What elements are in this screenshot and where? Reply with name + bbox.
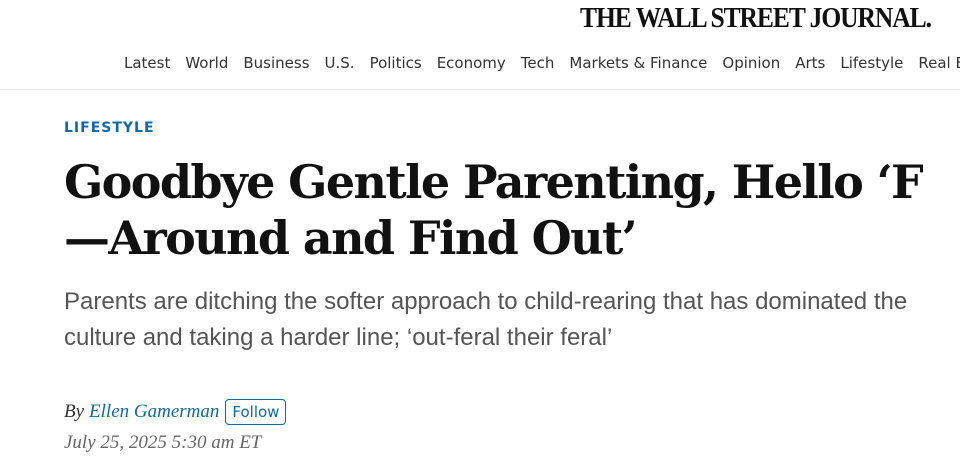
article-dek: Parents are ditching the softer approach… xyxy=(64,288,908,351)
follow-button[interactable]: Follow xyxy=(225,399,287,425)
byline: By Ellen Gamerman Follow xyxy=(64,397,287,427)
nav-divider xyxy=(0,89,960,90)
nav-item-business[interactable]: Business xyxy=(243,54,309,72)
nav-item-politics[interactable]: Politics xyxy=(370,54,422,72)
publish-timestamp: July 25, 2025 5:30 am ET xyxy=(64,432,262,453)
nav-item-latest[interactable]: Latest xyxy=(124,54,170,72)
masthead-logo[interactable]: THE WALL STREET JOURNAL. xyxy=(580,0,932,36)
nav-item-tech[interactable]: Tech xyxy=(521,54,555,72)
author-link[interactable]: Ellen Gamerman xyxy=(89,401,219,423)
nav-item-economy[interactable]: Economy xyxy=(437,54,506,72)
article-headline: Goodbye Gentle Parenting, Hello ‘F—Aroun… xyxy=(64,155,924,265)
nav-item-markets-finance[interactable]: Markets & Finance xyxy=(569,54,707,72)
main-nav: Latest World Business U.S. Politics Econ… xyxy=(0,50,960,76)
nav-item-opinion[interactable]: Opinion xyxy=(722,54,780,72)
nav-item-us[interactable]: U.S. xyxy=(325,54,355,72)
byline-prefix: By xyxy=(64,401,85,422)
section-label[interactable]: LIFESTYLE xyxy=(64,120,155,136)
nav-item-world[interactable]: World xyxy=(185,54,228,72)
nav-item-arts[interactable]: Arts xyxy=(795,54,825,72)
nav-item-real-estate[interactable]: Real Estate xyxy=(918,54,960,72)
nav-item-lifestyle[interactable]: Lifestyle xyxy=(840,54,903,72)
